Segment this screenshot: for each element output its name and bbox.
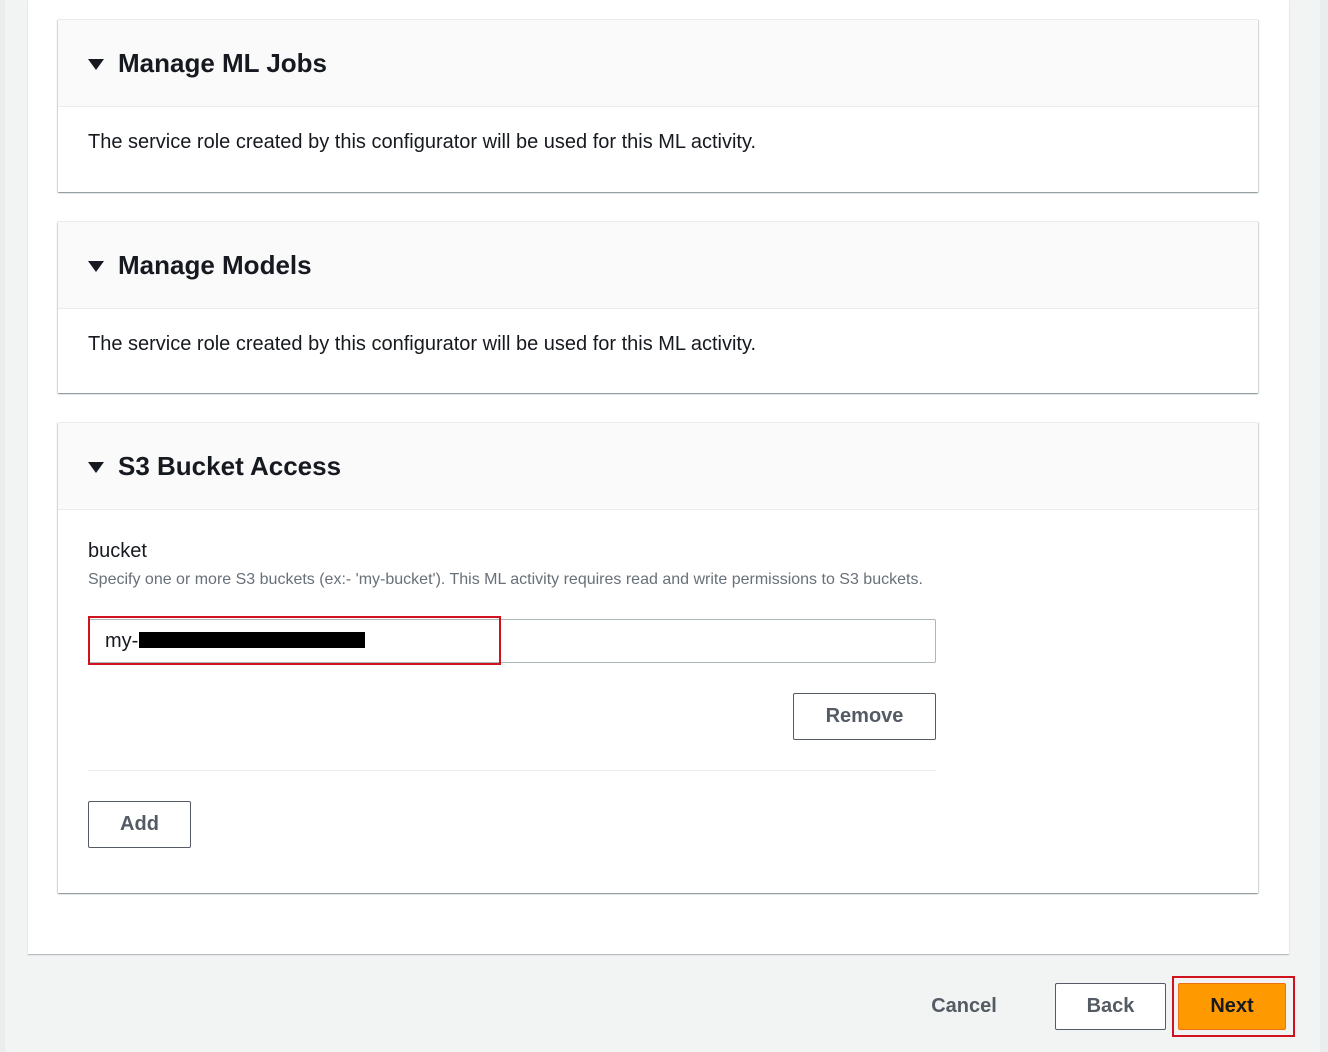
redaction-bar	[139, 632, 365, 648]
divider	[88, 770, 936, 771]
section-title: Manage Models	[118, 249, 312, 280]
section-header-s3-bucket-access[interactable]: S3 Bucket Access	[58, 423, 1258, 510]
section-body: The service role created by this configu…	[88, 333, 757, 355]
section-body: The service role created by this configu…	[88, 131, 757, 153]
bucket-field-description: Specify one or more S3 buckets (ex:- 'my…	[88, 571, 923, 588]
caret-down-icon	[88, 58, 104, 70]
add-button[interactable]: Add	[88, 801, 191, 848]
bucket-input-value: my-	[105, 629, 139, 652]
section-body: bucket Specify one or more S3 buckets (e…	[58, 510, 1258, 617]
page-left-strip	[0, 0, 5, 1052]
caret-down-icon	[88, 461, 104, 473]
next-button[interactable]: Next	[1178, 983, 1286, 1030]
section-manage-ml-jobs: Manage ML Jobs The service role created …	[58, 19, 1258, 192]
section-s3-bucket-access: S3 Bucket Access bucket Specify one or m…	[58, 422, 1258, 893]
caret-down-icon	[88, 260, 104, 272]
remove-button[interactable]: Remove	[793, 693, 936, 740]
back-button[interactable]: Back	[1055, 983, 1166, 1030]
section-header-manage-ml-jobs[interactable]: Manage ML Jobs	[58, 20, 1258, 107]
scrollbar-track[interactable]	[1320, 0, 1328, 1052]
section-title: S3 Bucket Access	[118, 450, 342, 481]
bucket-field-label: bucket	[88, 540, 147, 562]
section-header-manage-models[interactable]: Manage Models	[58, 222, 1258, 309]
section-title: Manage ML Jobs	[118, 47, 328, 78]
section-manage-models: Manage Models The service role created b…	[58, 221, 1258, 393]
cancel-button[interactable]: Cancel	[914, 984, 1014, 1028]
bucket-input[interactable]: my-	[88, 619, 936, 663]
